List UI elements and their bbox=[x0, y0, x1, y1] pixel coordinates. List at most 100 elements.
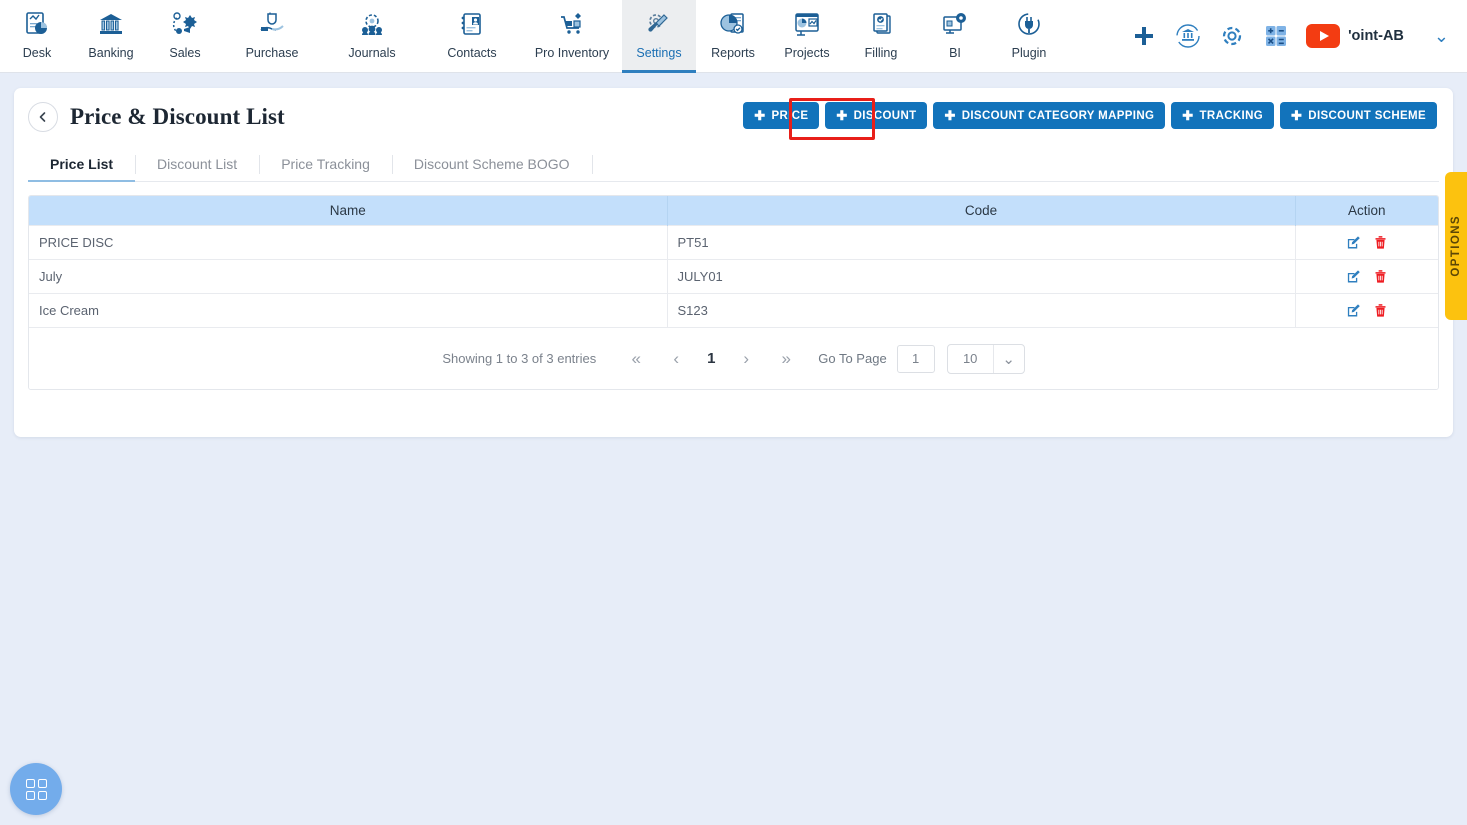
nav-item-bi[interactable]: BI bbox=[918, 0, 992, 73]
nav-item-desk[interactable]: Desk bbox=[0, 0, 74, 73]
go-to-page-input[interactable] bbox=[896, 344, 935, 373]
journals-gear-people-icon bbox=[357, 8, 387, 42]
tab-price-tracking[interactable]: Price Tracking bbox=[259, 147, 392, 181]
nav-label-journals: Journals bbox=[348, 46, 396, 60]
nav-label-reports: Reports bbox=[711, 46, 755, 60]
tab-discount-scheme-bogo-label: Discount Scheme BOGO bbox=[413, 156, 570, 172]
tab-discount-list[interactable]: Discount List bbox=[135, 147, 259, 181]
nav-label-bi: BI bbox=[949, 46, 961, 60]
nav-item-contacts[interactable]: Contacts bbox=[422, 0, 522, 73]
nav-item-sales[interactable]: Sales bbox=[148, 0, 222, 73]
showing-entries-label: Showing 1 to 3 of 3 entries bbox=[442, 351, 597, 366]
nav-right-actions: 'oint-AB ⌄ bbox=[1120, 0, 1467, 72]
delete-trash-icon[interactable] bbox=[1374, 269, 1387, 284]
last-page-button[interactable]: » bbox=[766, 344, 806, 374]
bank-sync-icon[interactable] bbox=[1174, 22, 1202, 50]
bank-building-icon bbox=[96, 8, 126, 42]
plus-icon: ✚ bbox=[1291, 108, 1303, 123]
nav-item-list: Desk Banking Sales Purchase Journals Con… bbox=[0, 0, 1066, 73]
add-discount-category-mapping-button-label: DISCOUNT CATEGORY MAPPING bbox=[961, 109, 1155, 122]
tab-discount-scheme-bogo[interactable]: Discount Scheme BOGO bbox=[391, 147, 592, 181]
main-content-card: Price & Discount List ✚ PRICE ✚ DISCOUNT… bbox=[14, 88, 1453, 437]
next-page-button[interactable]: › bbox=[726, 344, 766, 374]
column-header-code[interactable]: Code bbox=[667, 196, 1296, 225]
add-plus-icon[interactable] bbox=[1130, 22, 1158, 50]
edit-pencil-icon[interactable] bbox=[1346, 269, 1361, 284]
account-chevron-down-icon[interactable]: ⌄ bbox=[1434, 26, 1449, 47]
nav-item-filling[interactable]: Filling bbox=[844, 0, 918, 73]
nav-item-reports[interactable]: Reports bbox=[696, 0, 770, 73]
price-list-table-container: Name Code Action PRICE DISC PT51 July JU… bbox=[28, 195, 1439, 390]
calculator-icon[interactable] bbox=[1262, 22, 1290, 50]
grid-apps-icon bbox=[25, 778, 47, 800]
nav-item-journals[interactable]: Journals bbox=[322, 0, 422, 73]
nav-label-filling: Filling bbox=[864, 46, 898, 60]
inventory-cart-icon bbox=[557, 8, 587, 42]
nav-label-purchase: Purchase bbox=[245, 46, 299, 60]
content-tab-bar: Price List Discount List Price Tracking … bbox=[28, 147, 1439, 182]
chevron-left-icon bbox=[37, 111, 49, 123]
cell-actions bbox=[1295, 258, 1438, 293]
nav-item-banking[interactable]: Banking bbox=[74, 0, 148, 73]
nav-item-settings[interactable]: Settings bbox=[622, 0, 696, 73]
options-side-tab[interactable]: OPTIONS bbox=[1445, 172, 1467, 320]
tab-divider bbox=[591, 147, 593, 181]
page-size-select[interactable]: 10 ⌄ bbox=[946, 343, 1025, 374]
current-page-number[interactable]: 1 bbox=[696, 350, 726, 367]
nav-label-banking: Banking bbox=[88, 46, 134, 60]
edit-pencil-icon[interactable] bbox=[1346, 235, 1361, 250]
cell-name: Ice Cream bbox=[29, 292, 668, 327]
account-name-label: 'oint-AB bbox=[1348, 28, 1404, 44]
nav-label-settings: Settings bbox=[636, 46, 682, 60]
table-row[interactable]: PRICE DISC PT51 bbox=[29, 224, 1438, 259]
add-discount-category-mapping-button[interactable]: ✚ DISCOUNT CATEGORY MAPPING bbox=[933, 102, 1166, 129]
add-discount-scheme-button[interactable]: ✚ DISCOUNT SCHEME bbox=[1280, 102, 1437, 129]
table-header: Name Code Action bbox=[29, 196, 1438, 225]
edit-pencil-icon[interactable] bbox=[1346, 303, 1361, 318]
nav-label-sales: Sales bbox=[169, 46, 201, 60]
tab-discount-list-label: Discount List bbox=[157, 156, 238, 172]
cell-name: July bbox=[29, 258, 668, 293]
add-price-button[interactable]: ✚ PRICE bbox=[743, 102, 820, 129]
table-body: PRICE DISC PT51 July JULY01 Ice Cream S1… bbox=[29, 224, 1438, 327]
sales-megaphone-icon bbox=[170, 8, 200, 42]
delete-trash-icon[interactable] bbox=[1374, 303, 1387, 318]
settings-gear-wrench-icon bbox=[644, 8, 674, 42]
chevron-down-icon: ⌄ bbox=[1002, 350, 1015, 368]
first-page-button[interactable]: « bbox=[616, 344, 656, 374]
nav-item-purchase[interactable]: Purchase bbox=[222, 0, 322, 73]
pagination-bar: Showing 1 to 3 of 3 entries « ‹ 1 › » Go… bbox=[29, 327, 1438, 389]
settings-gear-icon[interactable] bbox=[1218, 22, 1246, 50]
price-list-table: Name Code Action PRICE DISC PT51 July JU… bbox=[29, 196, 1438, 327]
add-tracking-button-label: TRACKING bbox=[1199, 109, 1264, 122]
tab-price-list[interactable]: Price List bbox=[28, 147, 136, 182]
previous-page-button[interactable]: ‹ bbox=[656, 344, 696, 374]
back-button[interactable] bbox=[28, 101, 58, 132]
column-header-name[interactable]: Name bbox=[29, 196, 668, 225]
top-navigation-bar: Desk Banking Sales Purchase Journals Con… bbox=[0, 0, 1467, 73]
purchase-hand-icon bbox=[257, 8, 287, 42]
plus-icon: ✚ bbox=[836, 108, 848, 123]
apps-grid-fab[interactable] bbox=[10, 763, 62, 815]
nav-item-plugin[interactable]: Plugin bbox=[992, 0, 1066, 73]
youtube-account-button[interactable]: 'oint-AB bbox=[1306, 24, 1404, 48]
nav-label-plugin: Plugin bbox=[1011, 46, 1047, 60]
table-row[interactable]: July JULY01 bbox=[29, 258, 1438, 293]
filling-documents-icon bbox=[866, 8, 896, 42]
cell-name: PRICE DISC bbox=[29, 224, 668, 259]
cell-actions bbox=[1295, 224, 1438, 259]
table-row[interactable]: Ice Cream S123 bbox=[29, 292, 1438, 327]
add-discount-button[interactable]: ✚ DISCOUNT bbox=[825, 102, 928, 129]
plus-icon: ✚ bbox=[944, 108, 956, 123]
nav-item-projects[interactable]: Projects bbox=[770, 0, 844, 73]
tab-price-list-label: Price List bbox=[50, 156, 114, 172]
cell-actions bbox=[1295, 292, 1438, 327]
add-tracking-button[interactable]: ✚ TRACKING bbox=[1171, 102, 1275, 129]
tab-price-tracking-label: Price Tracking bbox=[281, 156, 370, 172]
add-discount-button-label: DISCOUNT bbox=[853, 109, 917, 122]
page-size-value: 10 bbox=[948, 344, 994, 373]
nav-label-contacts: Contacts bbox=[447, 46, 497, 60]
plus-icon: ✚ bbox=[1182, 108, 1194, 123]
nav-item-pro-inventory[interactable]: Pro Inventory bbox=[522, 0, 622, 73]
delete-trash-icon[interactable] bbox=[1374, 235, 1387, 250]
